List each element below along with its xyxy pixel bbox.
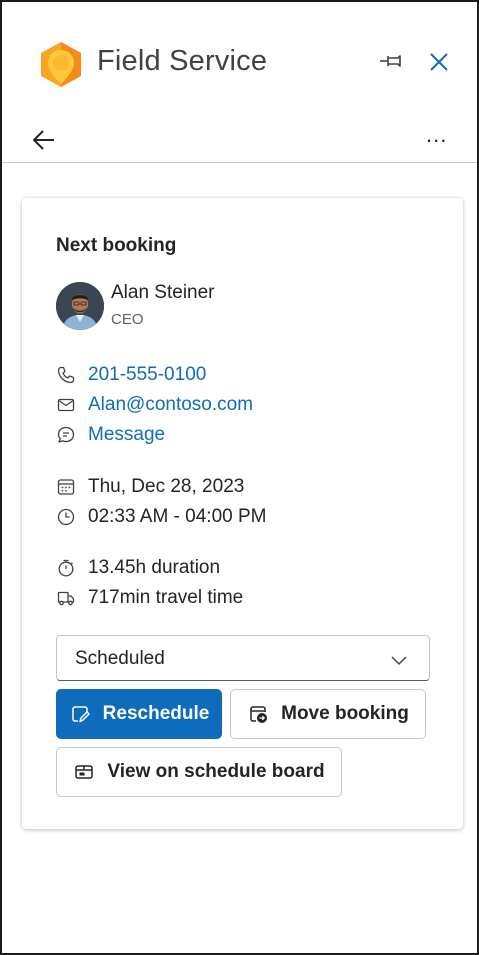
booking-time: 02:33 AM - 04:00 PM — [88, 506, 267, 527]
next-booking-card: Next booking Alan Steiner CEO 201-555-01… — [22, 198, 463, 829]
card-title: Next booking — [56, 235, 177, 256]
clock-icon — [57, 508, 75, 526]
chat-icon — [57, 426, 75, 443]
email-link[interactable]: Alan@contoso.com — [88, 394, 253, 416]
status-selected-value: Scheduled — [75, 648, 165, 669]
travel-row: 717min travel time — [56, 585, 243, 611]
chevron-down-icon — [391, 656, 407, 666]
booking-date: Thu, Dec 28, 2023 — [88, 476, 245, 497]
reschedule-label: Reschedule — [102, 703, 210, 724]
booking-duration: 13.45h duration — [88, 557, 221, 578]
view-schedule-board-label: View on schedule board — [107, 761, 325, 782]
phone-row: 201-555-0100 — [56, 362, 206, 388]
status-dropdown[interactable]: Scheduled — [56, 635, 430, 681]
side-panel: Field Service ... Next booking Alan Stei… — [0, 0, 479, 955]
view-schedule-board-button[interactable]: View on schedule board — [56, 747, 342, 797]
edit-note-icon — [71, 706, 90, 723]
back-arrow-icon[interactable] — [30, 126, 58, 154]
panel-header: Field Service — [2, 2, 477, 122]
close-icon[interactable] — [427, 50, 451, 74]
email-row: Alan@contoso.com — [56, 392, 253, 418]
avatar — [56, 282, 104, 330]
date-row: Thu, Dec 28, 2023 — [56, 474, 244, 500]
contact-name: Alan Steiner — [111, 282, 215, 303]
vehicle-icon — [57, 591, 75, 606]
phone-icon — [57, 366, 75, 384]
mail-icon — [57, 398, 75, 412]
field-service-logo-icon — [41, 42, 81, 87]
message-row: Message — [56, 422, 165, 448]
reschedule-button[interactable]: Reschedule — [56, 689, 222, 739]
travel-time: 717min travel time — [88, 587, 244, 608]
message-link[interactable]: Message — [88, 424, 165, 446]
calendar-icon — [57, 479, 75, 495]
duration-row: 13.45h duration — [56, 555, 220, 581]
schedule-board-icon — [75, 765, 94, 779]
phone-link[interactable]: 201-555-0100 — [88, 364, 206, 386]
panel-nav-bar: ... — [2, 122, 477, 163]
move-booking-label: Move booking — [281, 703, 409, 724]
calendar-arrow-icon — [250, 706, 268, 723]
time-row: 02:33 AM - 04:00 PM — [56, 504, 267, 530]
contact-role: CEO — [111, 311, 144, 328]
timer-icon — [58, 559, 74, 577]
more-options-button[interactable]: ... — [426, 122, 447, 148]
pin-icon[interactable] — [378, 50, 406, 72]
app-title: Field Service — [97, 45, 268, 77]
move-booking-button[interactable]: Move booking — [230, 689, 426, 739]
